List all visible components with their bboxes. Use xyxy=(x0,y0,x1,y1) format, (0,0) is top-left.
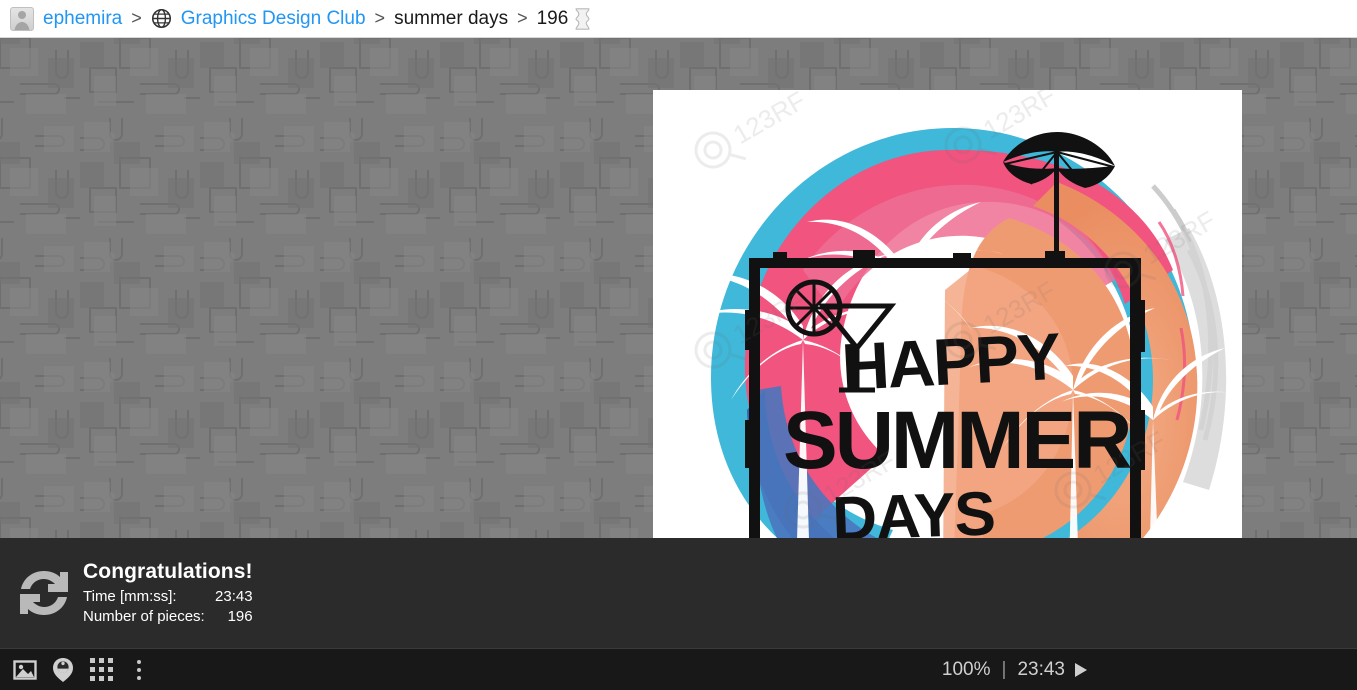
status-right-group: 100% | 23:43 xyxy=(942,659,1087,681)
completed-puzzle-image[interactable]: HAPPY SUMMER DAYS 123RF 123RF 123RF 123R… xyxy=(653,90,1242,538)
breadcrumb-piece-count: 196 xyxy=(536,7,569,29)
status-bar: 100% | 23:43 xyxy=(0,648,1357,690)
zoom-level[interactable]: 100% xyxy=(942,659,991,681)
summer-days-artwork: HAPPY SUMMER DAYS 123RF 123RF 123RF 123R… xyxy=(653,90,1242,538)
image-icon[interactable] xyxy=(12,657,38,683)
pieces-value: 196 xyxy=(227,607,253,625)
pieces-row: Number of pieces: 196 xyxy=(83,607,253,627)
status-separator: | xyxy=(1001,658,1007,680)
breadcrumb-separator-2: > xyxy=(374,8,386,28)
globe-icon xyxy=(151,8,172,29)
restart-icon[interactable] xyxy=(13,562,75,624)
grid-icon[interactable] xyxy=(88,657,114,683)
congratulations-panel: Congratulations! Time [mm:ss]: 23:43 Num… xyxy=(0,538,300,648)
congratulations-title: Congratulations! xyxy=(83,559,253,583)
puzzle-board[interactable]: HAPPY SUMMER DAYS 123RF 123RF 123RF 123R… xyxy=(0,38,1357,538)
breadcrumb-item-group[interactable]: Graphics Design Club xyxy=(181,8,366,30)
more-vertical-icon[interactable] xyxy=(126,657,152,683)
bottom-panel: Congratulations! Time [mm:ss]: 23:43 Num… xyxy=(0,538,1357,648)
breadcrumb-item-puzzle: summer days xyxy=(394,7,509,29)
artwork-line-2: SUMMER xyxy=(783,395,1131,486)
breadcrumb-separator-1: > xyxy=(131,8,142,28)
pieces-label: Number of pieces: xyxy=(83,607,205,625)
timer-value: 23:43 xyxy=(1017,658,1065,680)
time-row: Time [mm:ss]: 23:43 xyxy=(83,587,253,607)
breadcrumb-item-user[interactable]: ephemira xyxy=(43,8,122,30)
breadcrumb: ephemira > Graphics Design Club > summer… xyxy=(0,0,1357,38)
puzzle-piece-icon xyxy=(571,7,594,31)
play-icon[interactable] xyxy=(1075,662,1087,677)
time-label: Time [mm:ss]: xyxy=(83,587,177,605)
palette-icon[interactable] xyxy=(50,657,76,683)
artwork-line-1: HAPPY xyxy=(840,319,1062,404)
user-avatar-icon xyxy=(10,6,34,31)
breadcrumb-separator-3: > xyxy=(517,8,528,28)
time-value: 23:43 xyxy=(215,587,253,605)
puzzle-app-window: ephemira > Graphics Design Club > summer… xyxy=(0,0,1357,690)
